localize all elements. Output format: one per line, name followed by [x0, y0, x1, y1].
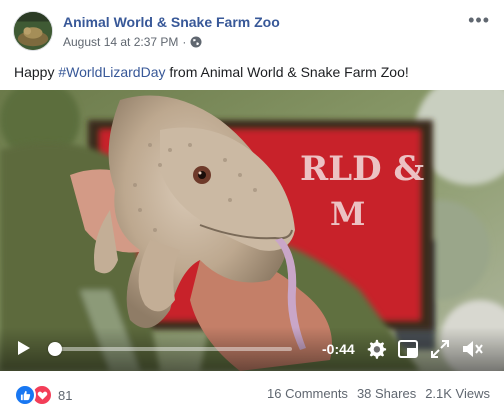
meta-separator: ·: [182, 35, 187, 49]
time-remaining: -0:44: [322, 341, 355, 357]
sign-text-2: M: [330, 195, 365, 233]
hashtag-link[interactable]: #WorldLizardDay: [58, 64, 165, 80]
post-meta: August 14 at 2:37 PM ·: [63, 35, 202, 49]
reaction-count: 81: [58, 387, 73, 403]
picture-in-picture-icon[interactable]: [398, 339, 418, 359]
post-text-end: from Animal World & Snake Farm Zoo!: [165, 64, 409, 80]
more-options-icon[interactable]: •••: [468, 11, 490, 29]
fullscreen-icon[interactable]: [430, 339, 450, 359]
post-card: Animal World & Snake Farm Zoo August 14 …: [0, 0, 504, 413]
sign-text-1: RLD &: [300, 149, 424, 189]
comments-count[interactable]: 16 Comments: [267, 386, 348, 401]
play-icon[interactable]: [17, 340, 31, 356]
page-name-link[interactable]: Animal World & Snake Farm Zoo: [63, 14, 280, 30]
post-text: Happy #WorldLizardDay from Animal World …: [14, 64, 409, 80]
globe-icon[interactable]: [190, 36, 202, 48]
reactions-summary[interactable]: 81: [14, 384, 72, 406]
progress-handle[interactable]: [48, 342, 63, 356]
progress-bar[interactable]: [48, 342, 292, 356]
post-stats: 16 Comments 38 Shares 2.1K Views: [267, 386, 490, 401]
video-controls: -0:44: [0, 327, 504, 371]
post-text-start: Happy: [14, 64, 59, 80]
volume-muted-icon[interactable]: [461, 338, 485, 360]
page-avatar[interactable]: [13, 11, 53, 51]
gear-icon[interactable]: [365, 338, 387, 360]
shares-count[interactable]: 38 Shares: [357, 386, 416, 401]
post-timestamp[interactable]: August 14 at 2:37 PM: [63, 35, 178, 49]
like-reaction-icon: [14, 384, 36, 406]
video-player[interactable]: RLD & M -0:44: [0, 90, 504, 371]
views-count: 2.1K Views: [425, 386, 490, 401]
